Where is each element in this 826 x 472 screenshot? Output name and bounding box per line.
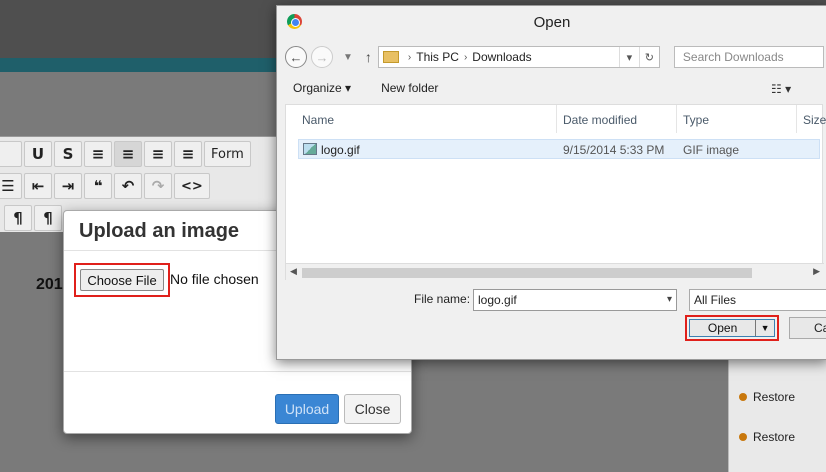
horizontal-scrollbar[interactable]: ◀ ▶ [286, 263, 824, 281]
open-dropdown-arrow-icon[interactable]: ▼ [756, 323, 774, 333]
recent-locations-dropdown-icon[interactable]: ▼ [343, 52, 353, 63]
editor-toolbar-row-2: ☰ ⇤ ⇥ ❝ ↶ ↷ <> [0, 171, 212, 201]
align-center-button[interactable]: ≡ [114, 141, 142, 167]
refresh-icon[interactable]: ↻ [638, 47, 659, 67]
forward-arrow-icon[interactable]: → [311, 46, 333, 68]
file-type: GIF image [683, 143, 740, 157]
align-right-button[interactable]: ≡ [144, 141, 172, 167]
justify-button[interactable]: ≡ [174, 141, 202, 167]
chevron-down-icon[interactable]: ▾ [667, 294, 672, 305]
organize-menu[interactable]: Organize ▾ [293, 81, 351, 95]
underline-button[interactable]: U [24, 141, 52, 167]
column-header-date-modified[interactable]: Date modified [563, 113, 637, 127]
restore-link[interactable]: Restore [739, 390, 795, 404]
folder-icon [382, 51, 399, 63]
dialog-title: Open [533, 14, 571, 31]
no-file-chosen-text: No file chosen [170, 271, 259, 287]
restore-label: Restore [753, 430, 796, 444]
column-header-size[interactable]: Size [803, 113, 826, 127]
undo-button[interactable]: ↶ [114, 173, 142, 199]
file-list: Name Date modified Type Size logo.gif 9/… [285, 104, 826, 281]
back-arrow-icon[interactable]: ← [285, 46, 307, 68]
navigation-bar: ← → ▼ ↑ › This PC › Downloads ▾ ↻ Search… [285, 44, 826, 70]
address-dropdown-icon[interactable]: ▾ [618, 47, 639, 67]
cancel-button[interactable]: Cancel [789, 317, 826, 339]
column-divider[interactable] [556, 105, 557, 133]
close-button[interactable]: Close [344, 394, 401, 424]
breadcrumb-this-pc[interactable]: This PC [416, 50, 459, 64]
file-type-select[interactable]: All Files [689, 289, 826, 311]
column-header-type[interactable]: Type [683, 113, 709, 127]
restore-label: Restore [753, 390, 796, 404]
format-dropdown[interactable]: Form [204, 141, 251, 167]
chevron-right-icon[interactable]: › [464, 52, 467, 63]
editor-toolbar-row-1: U S ≡ ≡ ≡ ≡ Form [0, 139, 253, 169]
list-dropdown-button[interactable]: ☰ [0, 173, 22, 199]
file-name: logo.gif [321, 143, 360, 157]
up-arrow-icon[interactable]: ↑ [365, 49, 372, 65]
search-input[interactable]: Search Downloads [673, 46, 824, 68]
command-bar: Organize ▾ New folder [293, 81, 438, 95]
chevron-right-icon[interactable]: › [408, 52, 411, 63]
address-bar-controls: ▾ ↻ [618, 47, 659, 67]
italic-button[interactable] [0, 141, 22, 167]
column-header-name[interactable]: Name [302, 113, 334, 127]
image-file-icon [303, 143, 317, 155]
choose-file-button[interactable]: Choose File [80, 269, 164, 291]
open-button[interactable]: Open ▼ [689, 319, 775, 337]
outdent-button[interactable]: ⇤ [24, 173, 52, 199]
address-bar[interactable]: › This PC › Downloads ▾ ↻ [377, 46, 660, 68]
modal-title: Upload an image [79, 220, 240, 242]
redo-button[interactable]: ↷ [144, 173, 172, 199]
open-button-label: Open [707, 321, 738, 335]
indent-button[interactable]: ⇥ [54, 173, 82, 199]
column-divider[interactable] [676, 105, 677, 133]
source-code-button[interactable]: <> [174, 173, 210, 199]
file-name-input[interactable]: logo.gif ▾ [473, 289, 677, 311]
new-folder-button[interactable]: New folder [381, 81, 438, 95]
paragraph-mark-button[interactable]: ¶ [4, 205, 32, 231]
column-divider[interactable] [796, 105, 797, 133]
scroll-left-icon[interactable]: ◀ [290, 266, 297, 277]
scroll-right-icon[interactable]: ▶ [813, 266, 820, 277]
open-file-dialog: Open ← → ▼ ↑ › This PC › Downloads ▾ ↻ S… [276, 5, 826, 360]
editor-text: 201 [36, 276, 63, 293]
change-view-icon[interactable]: ☷ ▾ [771, 82, 791, 96]
strikethrough-button[interactable]: S [54, 141, 82, 167]
breadcrumb-downloads[interactable]: Downloads [472, 50, 531, 64]
blockquote-button[interactable]: ❝ [84, 173, 112, 199]
choose-file-highlight: Choose File [74, 263, 170, 297]
modal-footer-divider [64, 371, 411, 372]
align-left-button[interactable]: ≡ [84, 141, 112, 167]
open-button-highlight: Open ▼ [685, 315, 779, 341]
revision-dot-icon [739, 393, 747, 401]
revision-dot-icon [739, 433, 747, 441]
upload-button[interactable]: Upload [275, 394, 339, 424]
file-date: 9/15/2014 5:33 PM [563, 143, 665, 157]
file-name-label: File name: [414, 292, 471, 306]
restore-link[interactable]: Restore [739, 430, 795, 444]
scrollbar-thumb[interactable] [302, 268, 752, 278]
editor-toolbar-row-3: ¶ ¶ [4, 203, 64, 233]
file-row[interactable]: logo.gif 9/15/2014 5:33 PM GIF image [298, 139, 820, 159]
file-name-value: logo.gif [478, 293, 517, 307]
paragraph-mark-button-2[interactable]: ¶ [34, 205, 62, 231]
dialog-title-bar[interactable]: Open [277, 6, 826, 38]
